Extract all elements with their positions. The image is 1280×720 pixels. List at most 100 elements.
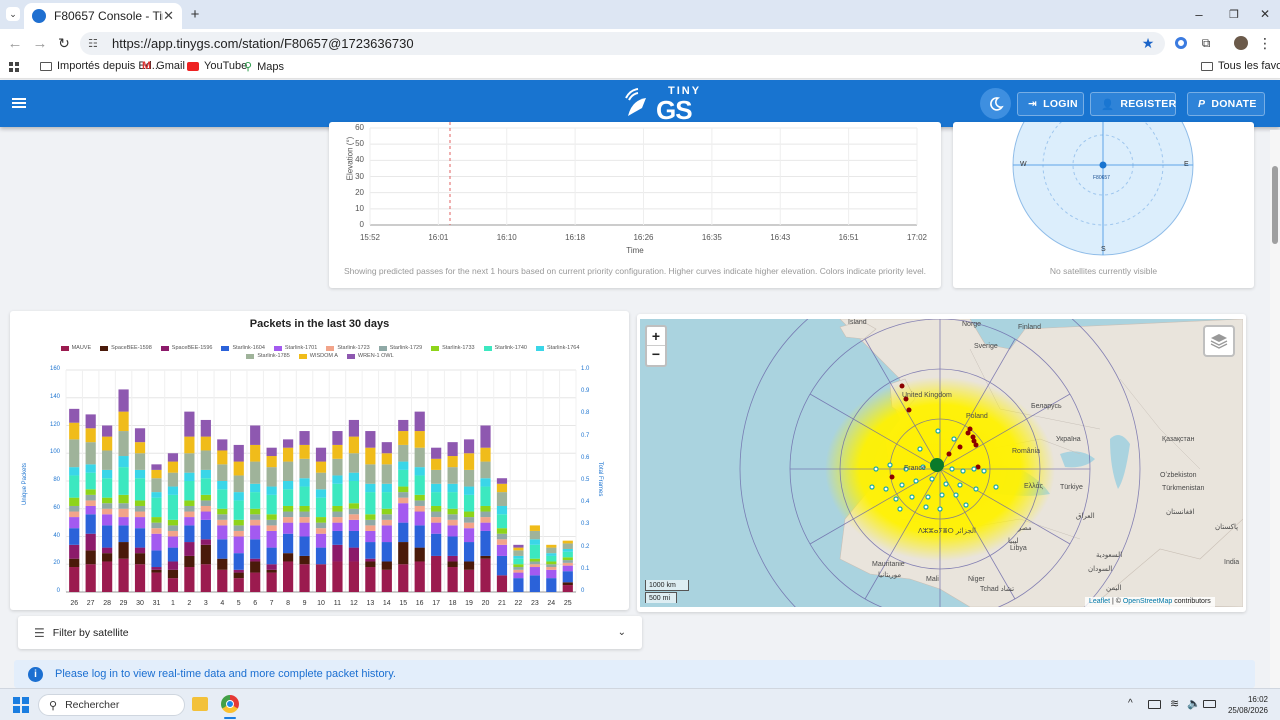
bar-segment[interactable] [266, 564, 277, 570]
bar-segment[interactable] [69, 558, 80, 568]
bar-segment[interactable] [233, 500, 244, 520]
bar-segment[interactable] [480, 558, 491, 592]
bar-segment[interactable] [167, 519, 179, 526]
keyboard-icon[interactable] [1148, 700, 1161, 709]
bar-segment[interactable] [118, 542, 129, 559]
bar-segment[interactable] [233, 525, 244, 531]
bar-segment[interactable] [69, 408, 80, 423]
bar-segment[interactable] [496, 544, 508, 556]
bar-segment[interactable] [299, 431, 310, 445]
bar-segment[interactable] [562, 582, 573, 586]
bar-segment[interactable] [496, 505, 508, 515]
bar-segment[interactable] [365, 519, 376, 526]
apps-grid-icon[interactable] [9, 62, 19, 72]
menu-hamburger-icon[interactable] [12, 98, 26, 100]
bar-segment[interactable] [85, 414, 96, 429]
bar-segment[interactable] [447, 514, 458, 520]
back-icon[interactable]: ← [6, 34, 24, 52]
bar-segment[interactable] [365, 525, 376, 531]
bar-segment[interactable] [134, 547, 146, 554]
bar-segment[interactable] [398, 461, 409, 470]
bar-segment[interactable] [332, 522, 343, 531]
page-scrollbar[interactable] [1270, 130, 1280, 688]
bar-segment[interactable] [184, 567, 195, 592]
bar-segment[interactable] [282, 553, 294, 562]
bar-segment[interactable] [118, 508, 129, 518]
bar-segment[interactable] [381, 569, 392, 592]
bar-segment[interactable] [250, 519, 261, 526]
bar-segment[interactable] [102, 497, 113, 504]
bar-segment[interactable] [167, 494, 179, 520]
bar-segment[interactable] [546, 561, 557, 565]
bar-segment[interactable] [365, 561, 376, 568]
bar-segment[interactable] [102, 508, 113, 515]
bar-segment[interactable] [85, 514, 96, 534]
bar-segment[interactable] [85, 442, 96, 465]
site-info-icon[interactable]: ☷ [88, 37, 102, 50]
bar-segment[interactable] [299, 536, 310, 556]
bar-segment[interactable] [200, 419, 211, 437]
bar-segment[interactable] [414, 561, 425, 592]
bar-segment[interactable] [282, 517, 294, 523]
clock[interactable]: 16:02 25/08/2026 [1224, 694, 1268, 716]
bar-segment[interactable] [447, 483, 458, 493]
bar-segment[interactable] [134, 469, 146, 479]
bar-segment[interactable] [381, 519, 392, 526]
bar-segment[interactable] [85, 472, 96, 490]
bar-segment[interactable] [118, 467, 129, 495]
bar-segment[interactable] [266, 467, 277, 487]
bar-segment[interactable] [69, 422, 80, 440]
bookmark-star-icon[interactable]: ★ [1140, 34, 1156, 52]
bar-segment[interactable] [463, 486, 475, 495]
bar-segment[interactable] [184, 505, 195, 512]
bar-segment[interactable] [398, 431, 409, 445]
coverage-map[interactable]: Ísland Norge Finland Sverige United Kingdom P… [640, 319, 1243, 607]
bar-segment[interactable] [414, 505, 425, 512]
bar-segment[interactable] [184, 555, 195, 568]
bar-segment[interactable] [348, 530, 360, 548]
profile-avatar[interactable] [1234, 36, 1248, 50]
bar-segment[interactable] [167, 547, 179, 562]
bar-segment[interactable] [69, 517, 80, 529]
bar-segment[interactable] [463, 469, 475, 487]
bar-segment[interactable] [266, 569, 277, 573]
bar-segment[interactable] [463, 542, 475, 562]
bar-segment[interactable] [332, 511, 343, 518]
bar-segment[interactable] [266, 530, 277, 548]
bar-segment[interactable] [233, 572, 244, 579]
bar-segment[interactable] [496, 555, 508, 576]
bar-segment[interactable] [562, 562, 573, 566]
bar-segment[interactable] [513, 547, 524, 551]
bar-segment[interactable] [167, 525, 179, 531]
bar-segment[interactable] [348, 561, 360, 592]
bar-segment[interactable] [282, 489, 294, 506]
register-button[interactable]: 👤 REGISTER [1090, 92, 1176, 116]
bar-segment[interactable] [513, 569, 524, 573]
bar-segment[interactable] [562, 560, 573, 563]
bar-segment[interactable] [414, 411, 425, 432]
bar-segment[interactable] [480, 517, 491, 523]
bar-segment[interactable] [167, 561, 179, 570]
bar-segment[interactable] [299, 444, 310, 459]
bar-segment[interactable] [184, 542, 195, 556]
bar-segment[interactable] [184, 436, 195, 454]
bar-segment[interactable] [398, 503, 409, 523]
bar-segment[interactable] [398, 522, 409, 543]
bar-segment[interactable] [348, 514, 360, 520]
bar-segment[interactable] [151, 469, 162, 479]
bar-segment[interactable] [562, 585, 573, 592]
bar-segment[interactable] [151, 569, 162, 573]
osm-link[interactable]: OpenStreetMap [1123, 598, 1172, 605]
bar-segment[interactable] [315, 547, 327, 565]
new-tab-icon[interactable]: + [186, 5, 204, 23]
filter-by-satellite-panel[interactable]: ☰ Filter by satellite ⌄ [18, 616, 642, 649]
bar-segment[interactable] [496, 492, 508, 506]
bar-segment[interactable] [151, 572, 162, 592]
login-button[interactable]: ⇥ LOGIN [1017, 92, 1084, 116]
bar-segment[interactable] [496, 478, 508, 484]
bar-segment[interactable] [85, 564, 96, 592]
bar-segment[interactable] [398, 564, 409, 592]
bar-segment[interactable] [151, 550, 162, 568]
bar-segment[interactable] [118, 494, 129, 504]
bar-segment[interactable] [332, 483, 343, 506]
